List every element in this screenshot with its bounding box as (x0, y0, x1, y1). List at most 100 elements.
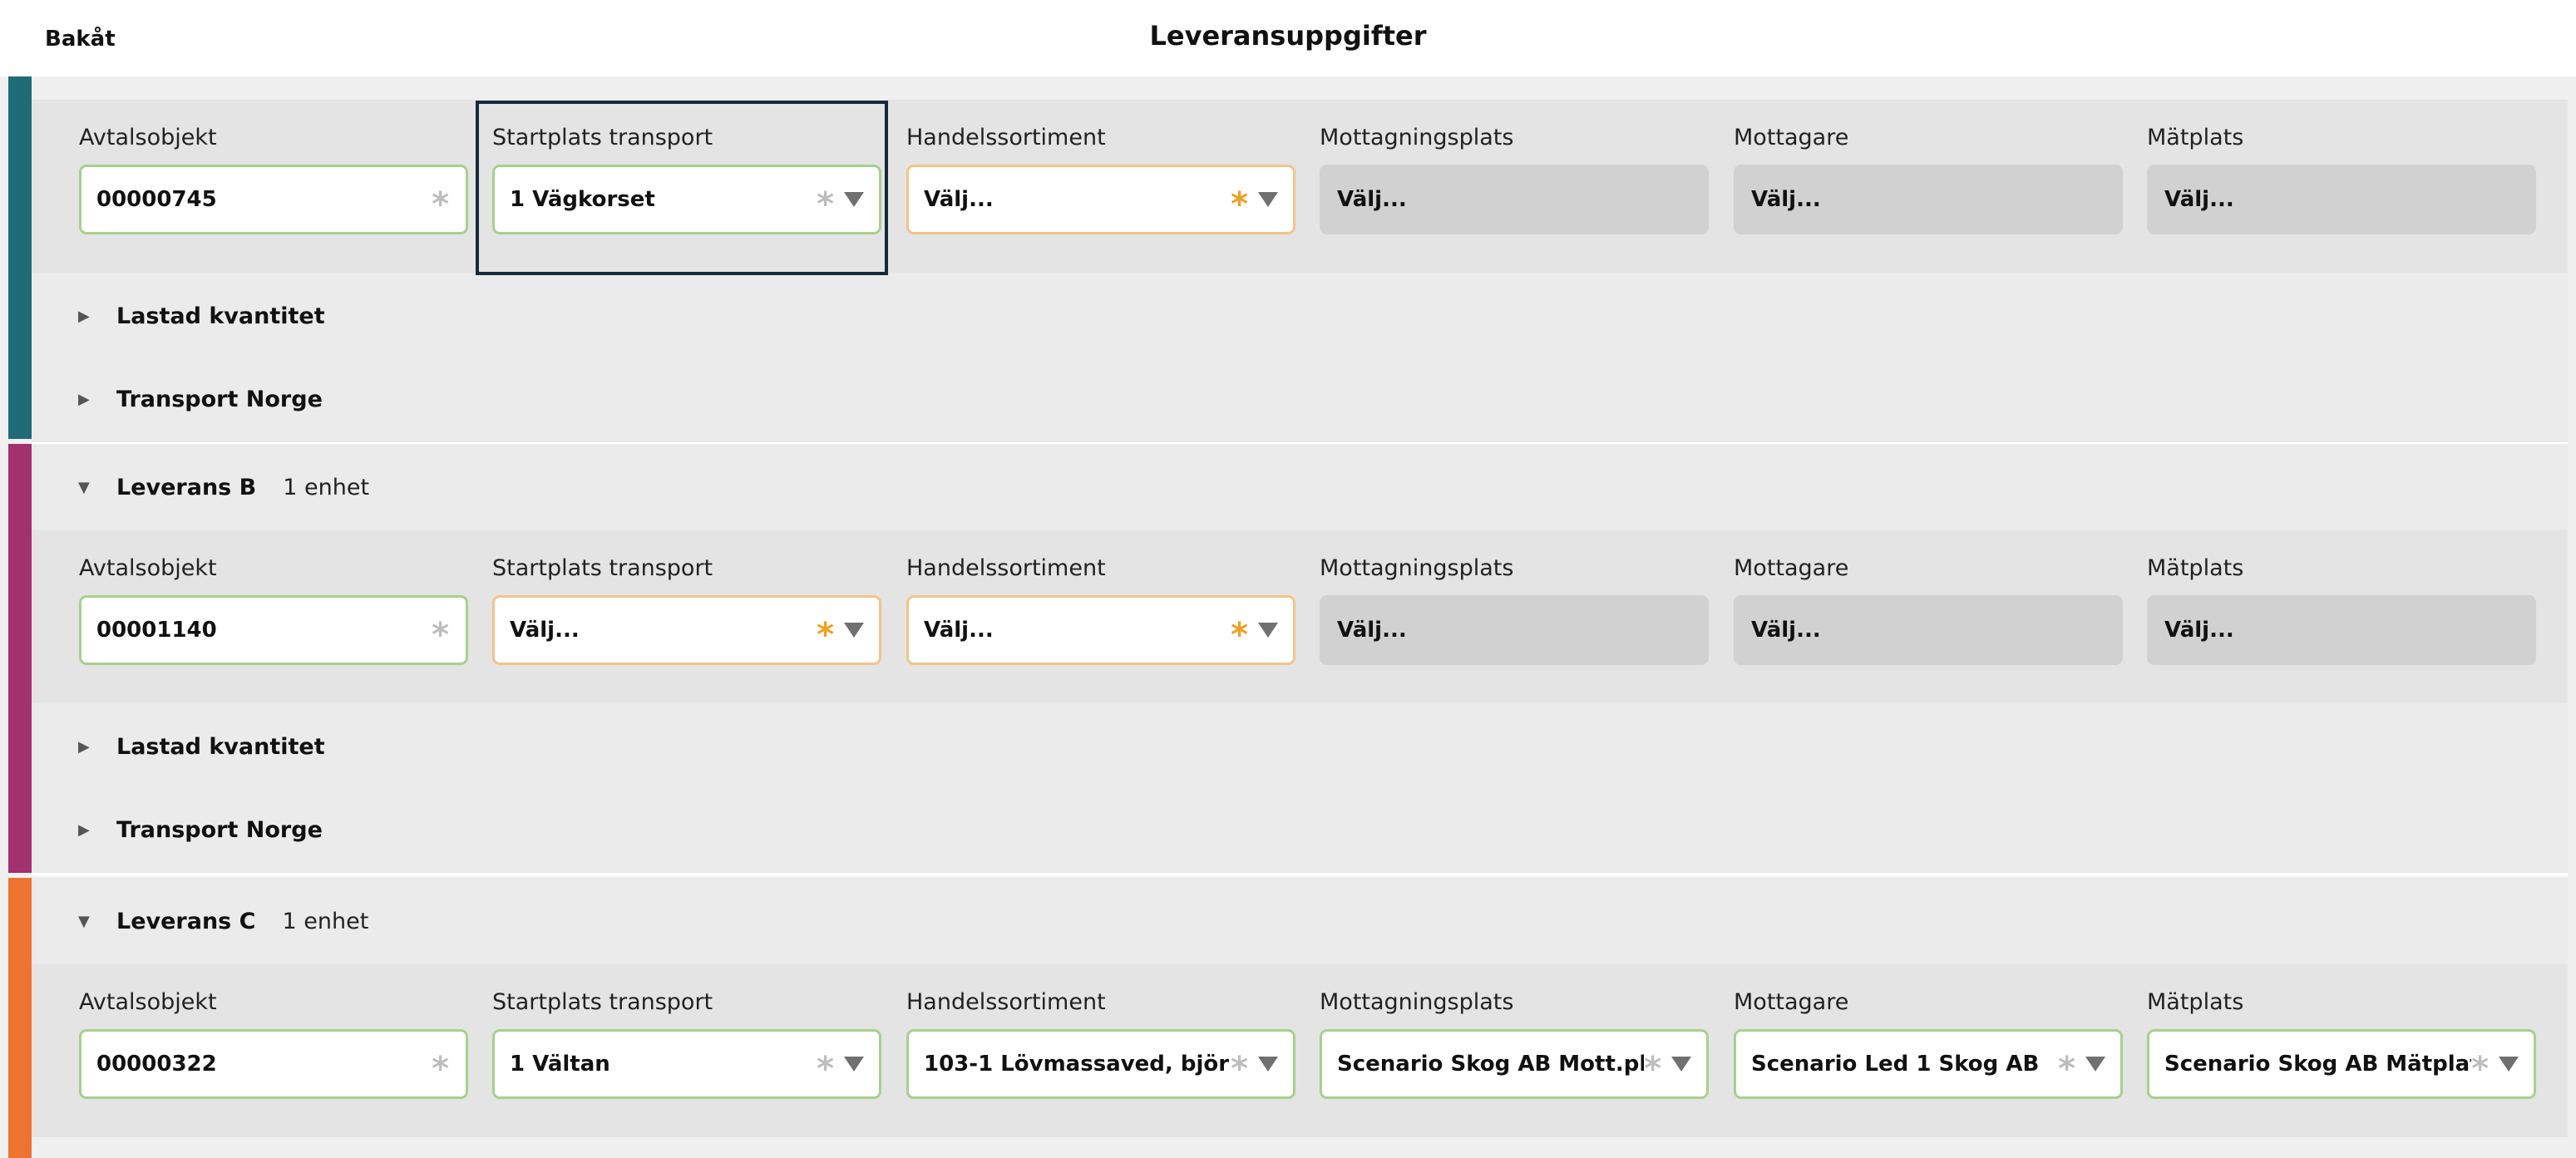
field-label: Mottagningsplats (1320, 989, 1514, 1015)
leverans-b-header[interactable]: ▼ Leverans B 1 enhet (32, 444, 2568, 534)
focus-ring (476, 101, 888, 275)
startplats-field: Startplats transport Välj... * (492, 530, 881, 703)
mottagare-field: Mottagare Scenario Led 1 Skog AB * (1734, 964, 2123, 1137)
matplats-select[interactable]: Scenario Skog AB Mätplats * (2147, 1029, 2536, 1099)
field-value: Välj... (510, 618, 580, 643)
block-color-bar (8, 878, 32, 1158)
block-color-bar (8, 76, 32, 439)
handelssortiment-select[interactable]: 103-1 Lövmassaved, björk/asp * (906, 1029, 1295, 1099)
avtalsobjekt-input[interactable]: 00001140 * (79, 595, 468, 665)
matplats-select[interactable]: Välj... (2147, 595, 2536, 665)
collapse-arrow-icon[interactable]: ▼ (78, 913, 95, 930)
mottagningsplats-select[interactable]: Välj... (1320, 165, 1709, 234)
expand-arrow-icon[interactable]: ▶ (78, 391, 95, 408)
expand-arrow-icon[interactable]: ▶ (78, 821, 95, 839)
required-icon: * (1231, 616, 1248, 654)
mottagningsplats-field: Mottagningsplats Scenario Skog AB Mott.p… (1320, 964, 1709, 1137)
required-icon: * (817, 1050, 834, 1088)
lastad-kvantitet-section[interactable]: ▶ Lastad kvantitet (32, 273, 2568, 362)
matplats-select[interactable]: Välj... (2147, 165, 2536, 234)
field-value: Välj... (1337, 618, 1407, 643)
mottagare-field: Mottagare Välj... (1734, 530, 2123, 703)
mottagare-select[interactable]: Välj... (1734, 165, 2123, 234)
expand-arrow-icon[interactable]: ▶ (78, 308, 95, 325)
delivery-block-c: ▼ Leverans C 1 enhet Avtalsobjekt 000003… (8, 878, 2568, 1158)
delivery-block-b: ▼ Leverans B 1 enhet Avtalsobjekt 000011… (8, 444, 2568, 876)
chevron-down-icon[interactable] (2085, 1057, 2105, 1072)
field-value: 103-1 Lövmassaved, björk/asp (924, 1052, 1231, 1077)
required-icon: * (432, 185, 449, 224)
expand-arrow-icon[interactable]: ▶ (78, 738, 95, 756)
transport-norge-section[interactable]: ▶ Transport Norge (32, 786, 2568, 876)
mottagare-select[interactable]: Scenario Led 1 Skog AB * (1734, 1029, 2123, 1099)
field-value: Välj... (2164, 618, 2234, 643)
delivery-title: Leverans B (116, 474, 257, 500)
startplats-field: Startplats transport 1 Vältan * (492, 964, 881, 1137)
chevron-down-icon[interactable] (844, 623, 864, 638)
field-label: Mottagare (1734, 125, 1849, 150)
field-label: Avtalsobjekt (79, 555, 217, 581)
fields-row: Avtalsobjekt 00000745 * Startplats trans… (32, 100, 2568, 273)
required-icon: * (1231, 185, 1248, 224)
field-label: Mottagare (1734, 555, 1849, 581)
field-label: Handelssortiment (906, 125, 1106, 150)
leverans-c-header[interactable]: ▼ Leverans C 1 enhet (32, 878, 2568, 968)
chevron-down-icon[interactable] (1258, 1057, 1278, 1072)
matplats-field: Mätplats Scenario Skog AB Mätplats * (2147, 964, 2536, 1137)
required-icon: * (817, 616, 834, 654)
section-title: Transport Norge (116, 816, 323, 843)
chevron-down-icon[interactable] (844, 1057, 864, 1072)
mottagningsplats-select[interactable]: Välj... (1320, 595, 1709, 665)
section-title: Transport Norge (116, 386, 323, 412)
field-value: 00000745 (96, 187, 217, 212)
field-value: 00001140 (96, 618, 217, 643)
required-icon: * (1644, 1050, 1661, 1088)
field-value: Välj... (2164, 187, 2234, 212)
transport-norge-section[interactable]: ▶ Transport Norge (32, 356, 2568, 446)
matplats-field: Mätplats Välj... (2147, 530, 2536, 703)
mottagare-field: Mottagare Välj... (1734, 100, 2123, 273)
avtalsobjekt-field: Avtalsobjekt 00000745 * (79, 100, 468, 273)
required-icon: * (432, 1050, 449, 1088)
collapse-arrow-icon[interactable]: ▼ (78, 479, 95, 496)
field-value: Scenario Skog AB Mätplats (2164, 1052, 2472, 1077)
field-label: Mottagningsplats (1320, 555, 1514, 581)
mottagningsplats-select[interactable]: Scenario Skog AB Mott.plats * (1320, 1029, 1709, 1099)
avtalsobjekt-input[interactable]: 00000322 * (79, 1029, 468, 1099)
delivery-title: Leverans C (116, 908, 256, 934)
chevron-down-icon[interactable] (1258, 192, 1278, 207)
mottagare-select[interactable]: Välj... (1734, 595, 2123, 665)
field-value: Scenario Led 1 Skog AB (1751, 1052, 2040, 1077)
lastad-kvantitet-section[interactable]: ▶ Lastad kvantitet (32, 703, 2568, 793)
field-label: Avtalsobjekt (79, 125, 217, 150)
field-value: 00000322 (96, 1052, 217, 1077)
field-label: Mottagare (1734, 989, 1849, 1015)
section-title: Lastad kvantitet (116, 303, 325, 329)
field-value: 1 Vältan (510, 1052, 610, 1077)
field-value: Scenario Skog AB Mott.plats (1337, 1052, 1645, 1077)
unit-count: 1 enhet (282, 908, 369, 934)
delivery-block-a: Avtalsobjekt 00000745 * Startplats trans… (8, 76, 2568, 446)
mottagningsplats-field: Mottagningsplats Välj... (1320, 100, 1709, 273)
required-icon: * (1231, 1050, 1248, 1088)
handelssortiment-field: Handelssortiment Välj... * (906, 530, 1295, 703)
fields-row: Avtalsobjekt 00001140 * Startplats trans… (32, 530, 2568, 703)
handelssortiment-select[interactable]: Välj... * (906, 165, 1295, 234)
field-value: Välj... (924, 187, 994, 212)
field-label: Startplats transport (492, 989, 713, 1015)
chevron-down-icon[interactable] (1258, 623, 1278, 638)
handelssortiment-select[interactable]: Välj... * (906, 595, 1295, 665)
chevron-down-icon[interactable] (2499, 1057, 2519, 1072)
chevron-down-icon[interactable] (1671, 1057, 1691, 1072)
fields-row: Avtalsobjekt 00000322 * Startplats trans… (32, 964, 2568, 1137)
block-color-bar (8, 444, 32, 873)
startplats-select[interactable]: Välj... * (492, 595, 881, 665)
field-label: Handelssortiment (906, 989, 1106, 1015)
handelssortiment-field: Handelssortiment Välj... * (906, 100, 1295, 273)
avtalsobjekt-input[interactable]: 00000745 * (79, 165, 468, 234)
startplats-select[interactable]: 1 Vältan * (492, 1029, 881, 1099)
unit-count: 1 enhet (283, 474, 370, 500)
avtalsobjekt-field: Avtalsobjekt 00001140 * (79, 530, 468, 703)
required-icon: * (2058, 1050, 2075, 1088)
field-label: Startplats transport (492, 555, 713, 581)
